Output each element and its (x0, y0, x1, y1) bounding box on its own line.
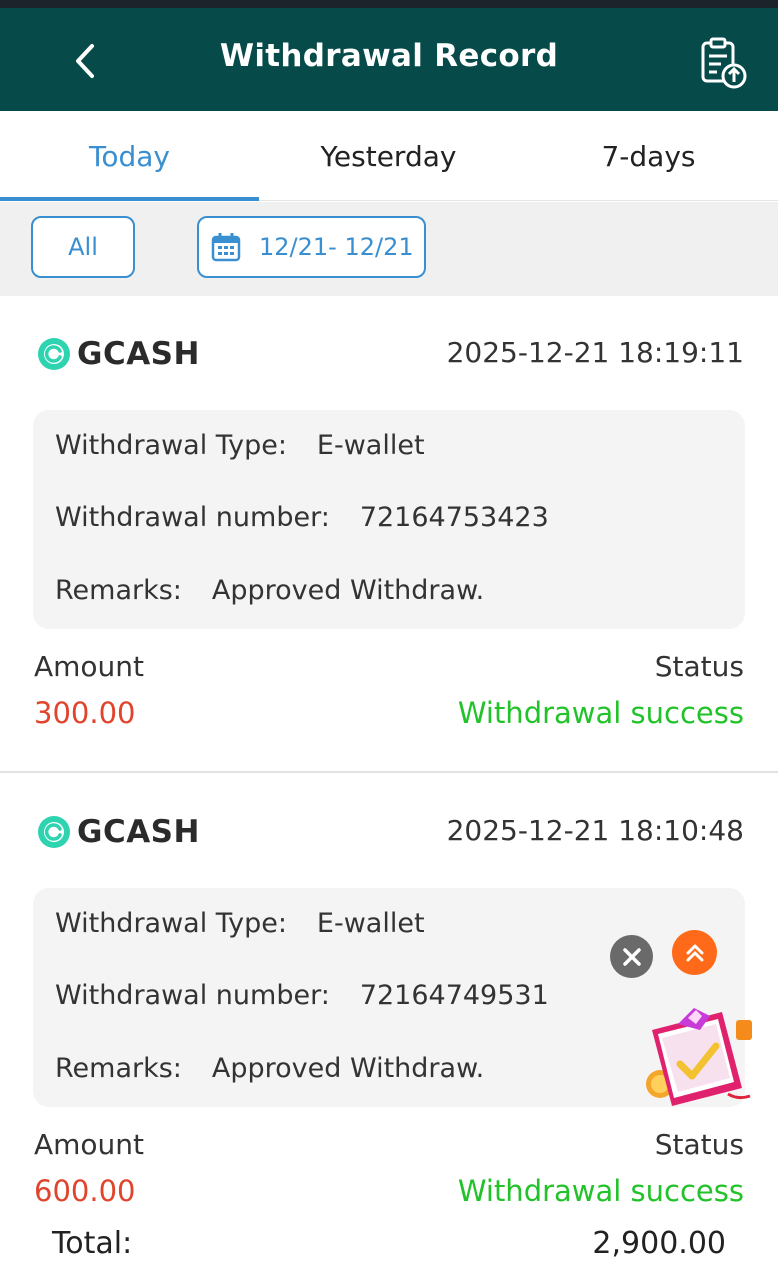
remarks-row: Remarks: Approved Withdraw. (55, 575, 484, 606)
status-label: Status (654, 1128, 744, 1161)
withdrawal-type-row: Withdrawal Type: E-wallet (55, 908, 425, 939)
withdrawal-type-value: E-wallet (316, 430, 425, 461)
tab-today[interactable]: Today (0, 111, 259, 201)
scroll-to-top-button[interactable] (672, 930, 717, 975)
withdrawal-type-label: Withdrawal Type: (55, 908, 287, 939)
withdrawal-number-value: 72164753423 (359, 502, 549, 533)
filter-bar: All 12/21- 12/21 (0, 202, 778, 296)
double-chevron-up-icon (686, 944, 703, 961)
record-details: Withdrawal Type: E-wallet Withdrawal numb… (33, 410, 745, 629)
active-tab-indicator (0, 197, 259, 201)
record-datetime: 2025-12-21 18:19:11 (446, 336, 744, 369)
clipboard-upload-icon (701, 37, 747, 89)
total-bar: Total: 2,900.00 (0, 1212, 778, 1280)
status-value: Withdrawal success (457, 1174, 744, 1208)
withdrawal-number-value: 72164749531 (359, 980, 549, 1011)
withdrawal-record-card: GCASH 2025-12-21 18:10:48 Withdrawal Typ… (0, 774, 778, 1212)
remarks-row: Remarks: Approved Withdraw. (55, 1053, 484, 1084)
withdrawal-number-label: Withdrawal number: (55, 980, 330, 1011)
payment-brand: GCASH (37, 334, 200, 374)
status-value: Withdrawal success (457, 696, 744, 730)
gcash-logo-icon (38, 816, 70, 848)
promo-widget-button[interactable] (638, 1004, 756, 1112)
record-datetime: 2025-12-21 18:10:48 (446, 814, 744, 847)
tab-7-days[interactable]: 7-days (519, 111, 778, 201)
date-tabs: Today Yesterday 7-days (0, 111, 778, 201)
remarks-label: Remarks: (55, 1053, 182, 1084)
page-title: Withdrawal Record (219, 38, 559, 74)
status-label: Status (654, 650, 744, 683)
close-icon (622, 947, 641, 966)
withdrawal-number-row: Withdrawal number: 72164753423 (55, 502, 549, 533)
brand-name: GCASH (77, 336, 200, 372)
amount-label: Amount (34, 650, 145, 683)
brand-name: GCASH (77, 814, 200, 850)
total-value: 2,900.00 (592, 1226, 726, 1261)
withdrawal-type-value: E-wallet (316, 908, 425, 939)
calendar-icon (211, 233, 241, 262)
record-divider (0, 771, 778, 773)
date-range-button[interactable]: 12/21- 12/21 (197, 216, 426, 278)
withdrawal-number-label: Withdrawal number: (55, 502, 330, 533)
amount-value: 600.00 (34, 1174, 136, 1208)
total-label: Total: (52, 1226, 133, 1261)
date-range-label: 12/21- 12/21 (259, 233, 414, 261)
close-promo-button[interactable] (610, 935, 653, 978)
type-filter-button[interactable]: All (31, 216, 135, 278)
remarks-value: Approved Withdraw. (211, 1053, 485, 1084)
gift-box-icon (646, 1008, 752, 1106)
withdrawal-type-label: Withdrawal Type: (55, 430, 287, 461)
withdrawal-number-row: Withdrawal number: 72164749531 (55, 980, 549, 1011)
remarks-label: Remarks: (55, 575, 182, 606)
app-header: Withdrawal Record (0, 8, 778, 111)
withdrawal-record-card: GCASH 2025-12-21 18:19:11 Withdrawal Typ… (0, 296, 778, 772)
tab-yesterday[interactable]: Yesterday (259, 111, 518, 201)
amount-label: Amount (34, 1128, 145, 1161)
gcash-logo-icon (38, 338, 70, 370)
withdrawal-type-row: Withdrawal Type: E-wallet (55, 430, 425, 461)
payment-brand: GCASH (37, 812, 200, 852)
status-bar (0, 0, 778, 8)
remarks-value: Approved Withdraw. (211, 575, 485, 606)
amount-value: 300.00 (34, 696, 136, 730)
record-upload-button[interactable] (694, 34, 750, 90)
